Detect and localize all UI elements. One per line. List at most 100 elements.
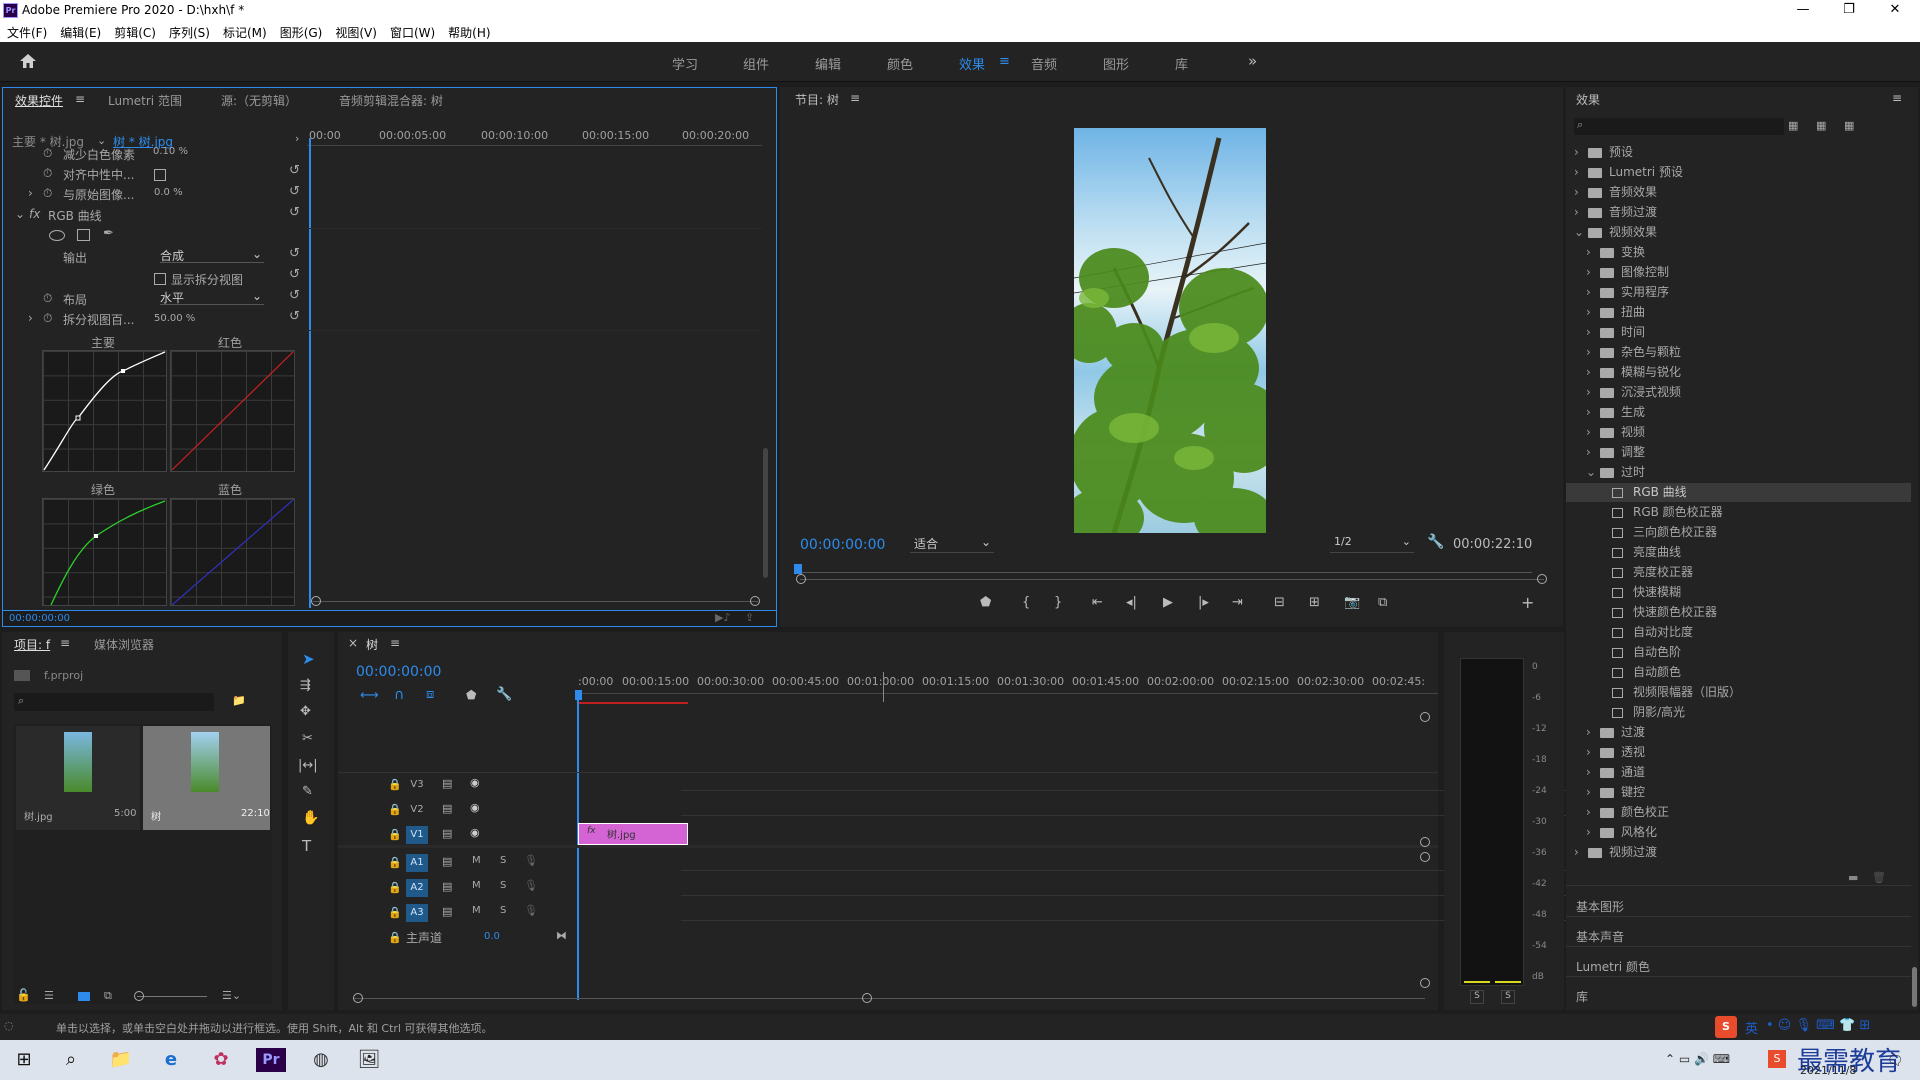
notification-icon[interactable]: 🗨 <box>1887 1054 1904 1069</box>
effects-search-input[interactable]: ⌕ <box>1574 118 1784 135</box>
camera-icon[interactable]: 📷 <box>1344 595 1360 610</box>
panel-menu-icon[interactable]: ≡ <box>850 91 860 105</box>
chevron-right-icon[interactable]: › <box>1586 783 1591 802</box>
ec-timecode[interactable]: 00:00:00:00 <box>9 613 70 624</box>
lift-icon[interactable]: ⊟ <box>1274 595 1285 610</box>
ellipse-mask-icon[interactable] <box>49 230 65 241</box>
param-blend-original-value[interactable]: 0.0 % <box>154 187 183 198</box>
collapse-arrow-icon[interactable]: ⌄ <box>15 207 25 221</box>
effects-scrollbar[interactable] <box>1912 967 1917 1007</box>
chevron-right-icon[interactable]: › <box>1586 743 1591 762</box>
zoom-slider[interactable] <box>137 996 207 997</box>
step-back-icon[interactable]: ◂| <box>1126 595 1137 610</box>
ec-zoom-bar[interactable] <box>313 601 758 602</box>
master-volume-value[interactable]: 0.0 <box>484 931 500 942</box>
linked-selection-icon[interactable]: ⧈ <box>426 687 434 702</box>
ime-toolbar-icons[interactable]: • ☺ 🎙 ⌨ 👕 ⊞ <box>1766 1018 1870 1033</box>
solo-button[interactable]: S <box>500 855 506 866</box>
mic-icon[interactable]: 🎙 <box>524 904 538 917</box>
eye-icon[interactable]: ◉ <box>470 826 480 839</box>
lock-icon[interactable]: 🔒 <box>388 778 402 791</box>
effect-item[interactable]: 快速模糊 <box>1566 583 1911 602</box>
effect-folder[interactable]: › 杂色与颗粒 <box>1566 343 1911 362</box>
work-area-bar[interactable] <box>578 702 688 704</box>
workspace-effects[interactable]: 效果 <box>959 54 985 73</box>
freeform-view-icon[interactable]: ⧉ <box>104 989 112 1003</box>
menu-edit[interactable]: 编辑(E) <box>53 22 107 41</box>
accelerated-effects-icon[interactable]: ▦ <box>1788 119 1798 132</box>
sync-lock-icon[interactable]: ▤ <box>442 777 452 790</box>
rectangle-mask-icon[interactable] <box>77 229 90 241</box>
effect-folder[interactable]: › 图像控制 <box>1566 263 1911 282</box>
scroll-handle[interactable] <box>1420 837 1430 847</box>
chevron-right-icon[interactable]: › <box>1574 203 1579 222</box>
panel-menu-icon[interactable]: ≡ <box>75 92 85 106</box>
effect-item[interactable]: 自动颜色 <box>1566 663 1911 682</box>
chevron-right-icon[interactable]: › <box>1586 403 1591 422</box>
track-select-tool-icon[interactable]: ⇶ <box>300 678 311 693</box>
effect-folder[interactable]: › 生成 <box>1566 403 1911 422</box>
section-essential-sound[interactable]: 基本声音 <box>1576 928 1624 945</box>
workspace-editing[interactable]: 编辑 <box>815 54 841 73</box>
chevron-right-icon[interactable]: › <box>1586 823 1591 842</box>
timeline-tab[interactable]: 树 <box>366 636 378 653</box>
new-bin-icon[interactable]: ▬ <box>1848 871 1858 884</box>
chevron-right-icon[interactable]: › <box>1586 303 1591 322</box>
effect-folder[interactable]: › 沉浸式视频 <box>1566 383 1911 402</box>
chevron-right-icon[interactable]: › <box>1586 263 1591 282</box>
lock-icon[interactable]: 🔒 <box>388 881 402 894</box>
effect-item[interactable]: 自动色阶 <box>1566 643 1911 662</box>
solo-button[interactable]: S <box>500 905 506 916</box>
lock-icon[interactable]: 🔒 <box>388 803 402 816</box>
solo-button[interactable]: S <box>500 880 506 891</box>
fit-dropdown[interactable]: 适合 ⌄ <box>910 535 994 553</box>
effect-folder[interactable]: › 过渡 <box>1566 723 1911 742</box>
eye-icon[interactable]: ◉ <box>470 776 480 789</box>
project-item[interactable]: 树 22:10 <box>143 726 270 830</box>
lock-icon[interactable]: 🔒 <box>388 906 402 919</box>
ec-scrollbar[interactable] <box>763 448 768 578</box>
effect-item[interactable]: 快速颜色校正器 <box>1566 603 1911 622</box>
chevron-right-icon[interactable]: › <box>1586 423 1591 442</box>
sort-icon[interactable]: ☰⌄ <box>222 989 241 1002</box>
32bit-effects-icon[interactable]: ▦ <box>1816 119 1826 132</box>
workspace-learn[interactable]: 学习 <box>672 54 698 73</box>
play-clip-icon[interactable]: ▶♪ <box>715 611 730 624</box>
sync-lock-icon[interactable]: ▤ <box>442 880 452 893</box>
timeline-ruler[interactable]: :00:00 00:00:15:00 00:00:30:00 00:00:45:… <box>578 672 1438 694</box>
start-icon[interactable]: ⊞ <box>11 1048 37 1072</box>
effect-folder[interactable]: › 视频过渡 <box>1566 843 1911 862</box>
chevron-down-icon[interactable]: ⌄ <box>1574 223 1584 242</box>
effect-folder[interactable]: › 音频过渡 <box>1566 203 1911 222</box>
effects-panel-title[interactable]: 效果 <box>1576 91 1600 108</box>
green-curve-graph[interactable] <box>42 498 167 606</box>
new-bin-icon[interactable]: 📁 <box>232 694 246 707</box>
search-icon[interactable]: ⌕ <box>58 1048 84 1072</box>
output-dropdown[interactable]: 合成 ⌄ <box>160 247 264 263</box>
step-forward-icon[interactable]: |▸ <box>1198 595 1209 610</box>
program-time-ruler[interactable] <box>802 565 1532 573</box>
go-to-in-icon[interactable]: ⇤ <box>1092 595 1103 610</box>
track-a1[interactable]: A1 <box>406 854 428 872</box>
tab-lumetri-scopes[interactable]: Lumetri 范围 <box>108 92 182 109</box>
tab-media-browser[interactable]: 媒体浏览器 <box>94 636 154 653</box>
param-stopwatch-icon[interactable]: ⏱ <box>43 291 52 306</box>
effect-folder[interactable]: › Lumetri 预设 <box>1566 163 1911 182</box>
effect-folder[interactable]: › 视频 <box>1566 423 1911 442</box>
delete-icon[interactable]: 🗑 <box>1872 871 1886 884</box>
effect-folder[interactable]: › 模糊与锐化 <box>1566 363 1911 382</box>
effect-folder[interactable]: › 风格化 <box>1566 823 1911 842</box>
chevron-right-icon[interactable]: › <box>1586 383 1591 402</box>
effect-folder[interactable]: ⌄ 过时 <box>1566 463 1911 482</box>
slip-tool-icon[interactable]: |↔| <box>298 758 318 773</box>
chevron-down-icon[interactable]: ⌄ <box>1586 463 1596 482</box>
effect-item[interactable]: 阴影/高光 <box>1566 703 1911 722</box>
hand-tool-icon[interactable]: ✋ <box>302 810 319 826</box>
panel-menu-icon[interactable]: ≡ <box>390 636 400 650</box>
app-icon[interactable]: ✿ <box>208 1048 234 1072</box>
track-v3[interactable]: V3 <box>406 776 428 794</box>
chevron-right-icon[interactable]: › <box>1586 243 1591 262</box>
chevron-right-icon[interactable]: › <box>1586 803 1591 822</box>
workspace-assembly[interactable]: 组件 <box>743 54 769 73</box>
effect-item[interactable]: RGB 曲线 <box>1566 483 1911 502</box>
